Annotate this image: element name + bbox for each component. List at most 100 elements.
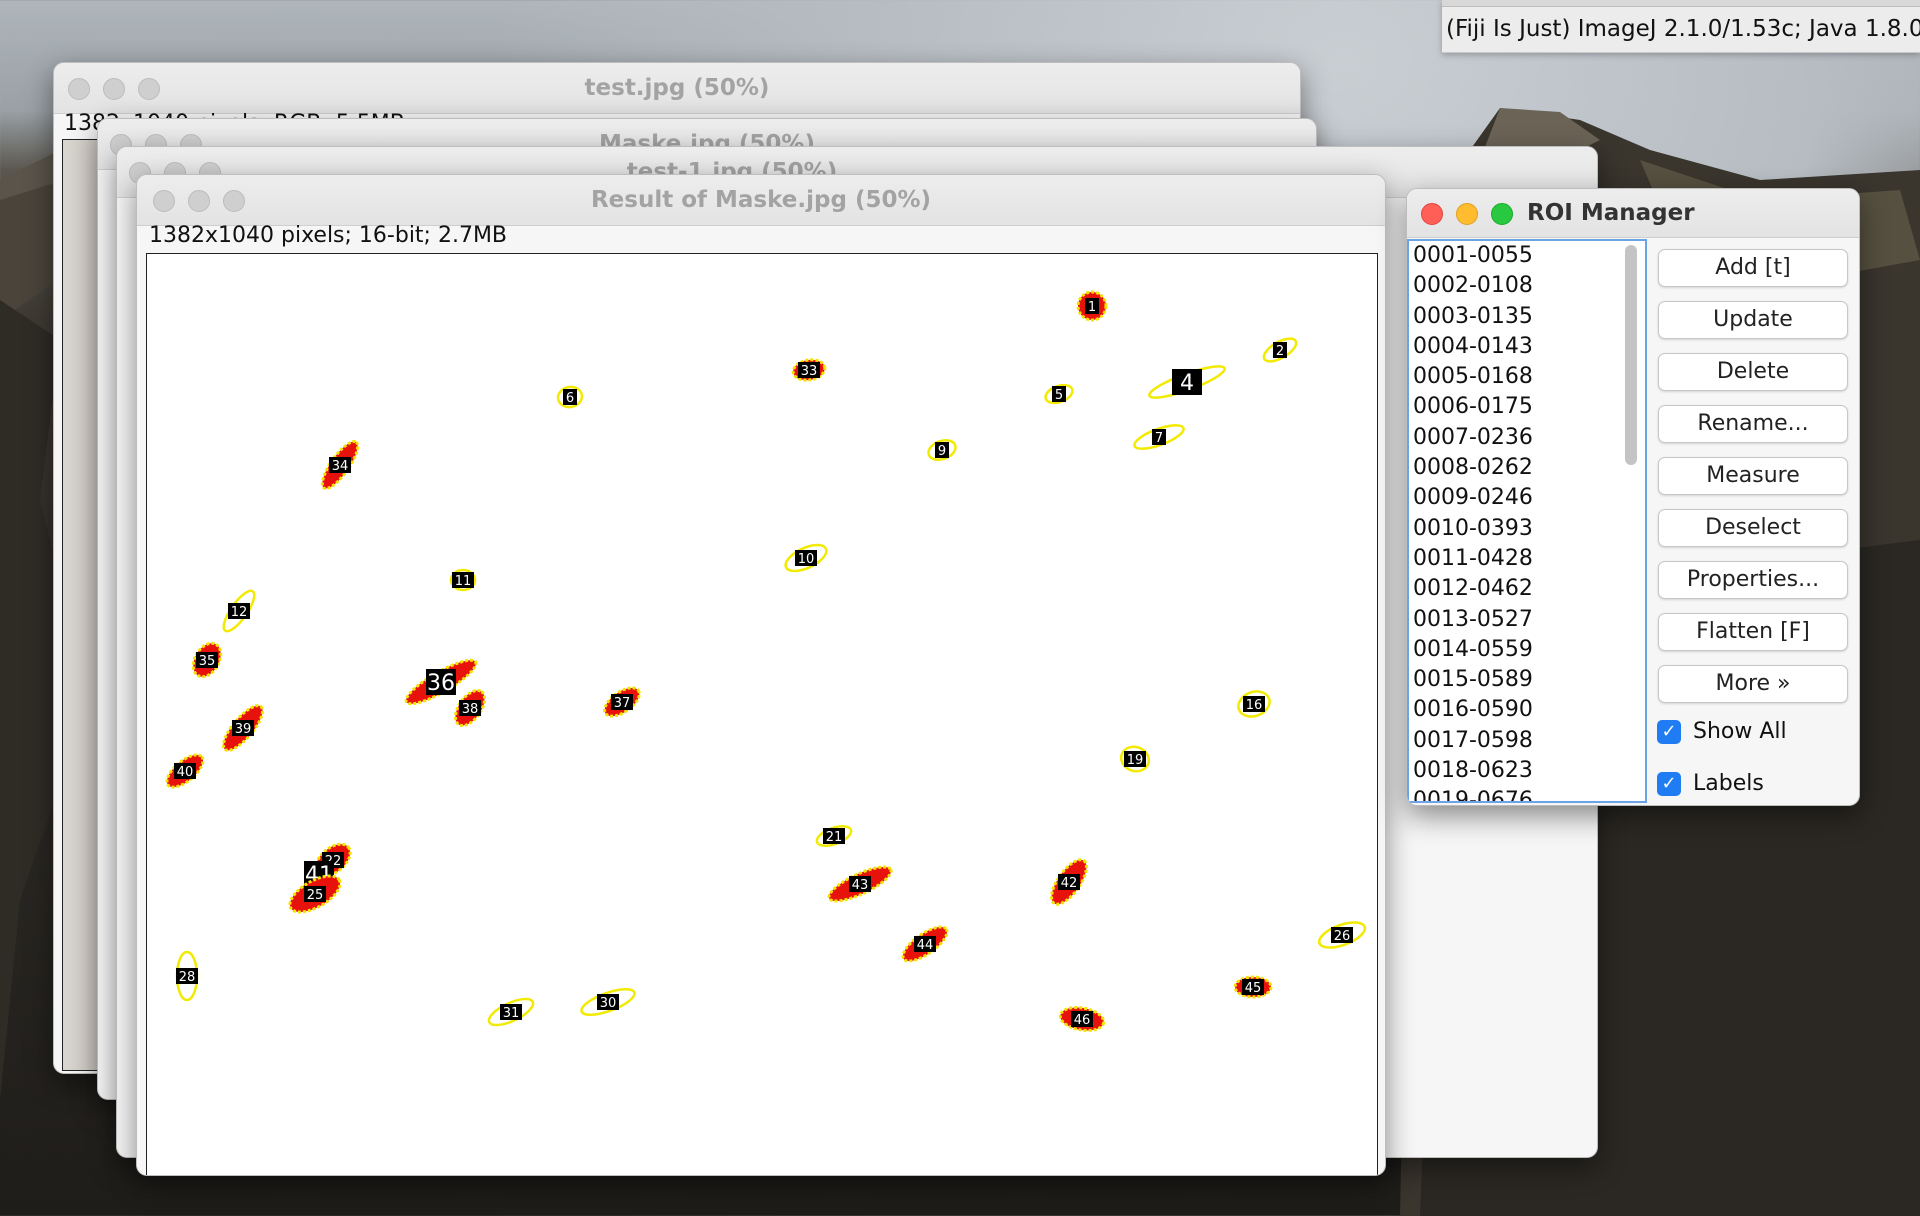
window-titlebar[interactable]: ROI Manager	[1407, 189, 1859, 238]
roi-list-item[interactable]: 0004-0143	[1409, 332, 1645, 362]
roi-label: 45	[1245, 981, 1262, 996]
roi-particle[interactable]: 33	[791, 357, 827, 382]
roi-label: 37	[614, 696, 631, 711]
roi-label: 21	[826, 830, 843, 845]
checkmark-icon[interactable]: ✓	[1657, 719, 1681, 744]
rename-button[interactable]: Rename...	[1658, 405, 1848, 443]
roi-particle[interactable]: 2	[1260, 334, 1299, 366]
roi-particle[interactable]: 37	[600, 682, 644, 721]
zoom-window-button[interactable]	[1491, 203, 1513, 225]
roi-label: 38	[462, 702, 479, 717]
roi-label: 1	[1088, 300, 1096, 315]
roi-label: 12	[231, 605, 248, 620]
roi-label: 6	[566, 391, 574, 406]
roi-manager-window[interactable]: ROI Manager 0001-0055 0002-0108 0003-0135 0…	[1406, 188, 1860, 806]
roi-label: 7	[1155, 431, 1163, 446]
checkmark-icon[interactable]: ✓	[1657, 771, 1681, 796]
roi-list-item[interactable]: 0009-0246	[1409, 483, 1645, 513]
roi-particle[interactable]: 28	[175, 950, 199, 1002]
roi-particle[interactable]: 30	[579, 984, 638, 1020]
roi-list-item[interactable]: 0017-0598	[1409, 726, 1645, 756]
roi-list-item[interactable]: 0013-0527	[1409, 605, 1645, 635]
deselect-button[interactable]: Deselect	[1658, 509, 1848, 547]
roi-particle[interactable]: 7	[1132, 421, 1186, 454]
roi-particle[interactable]: 6	[556, 385, 584, 409]
roi-list-item[interactable]: 0002-0108	[1409, 271, 1645, 301]
roi-overlay[interactable]: 1233465793410111235363837394016192122412…	[147, 254, 1377, 1176]
roi-list-item[interactable]: 0003-0135	[1409, 302, 1645, 332]
roi-label: 9	[938, 444, 946, 459]
roi-list-item[interactable]: 0001-0055	[1409, 241, 1645, 271]
show-all-checkbox[interactable]: ✓ Show All	[1657, 719, 1787, 744]
roi-label: 25	[307, 888, 324, 903]
roi-particle[interactable]: 44	[898, 921, 952, 967]
window-title: ROI Manager	[1527, 200, 1695, 226]
roi-list-item[interactable]: 0015-0589	[1409, 665, 1645, 695]
checkbox-label: Show All	[1693, 719, 1787, 744]
roi-list-item[interactable]: 0016-0590	[1409, 695, 1645, 725]
roi-particle[interactable]: 26	[1316, 917, 1368, 952]
measure-button[interactable]: Measure	[1658, 457, 1848, 495]
roi-particle[interactable]: 11	[449, 568, 477, 592]
roi-label: 44	[917, 938, 934, 953]
roi-label: 26	[1334, 929, 1351, 944]
scrollbar-thumb[interactable]	[1625, 245, 1637, 465]
close-window-button[interactable]	[1421, 203, 1443, 225]
add-button[interactable]: Add [t]	[1658, 249, 1848, 287]
roi-list-item[interactable]: 0019-0676	[1409, 786, 1645, 801]
roi-particle[interactable]: 35	[188, 638, 227, 681]
flatten-button[interactable]: Flatten [F]	[1658, 613, 1848, 651]
imagej-status-text: (Fiji Is Just) ImageJ 2.1.0/1.53c; Java …	[1446, 16, 1920, 42]
roi-particle[interactable]: 19	[1118, 743, 1153, 775]
roi-label: 40	[177, 765, 194, 780]
roi-list[interactable]: 0001-0055 0002-0108 0003-0135 0004-0143 0005…	[1407, 239, 1647, 803]
roi-particle[interactable]: 39	[217, 700, 268, 756]
roi-particle[interactable]: 31	[485, 994, 536, 1031]
roi-list-item[interactable]: 0006-0175	[1409, 392, 1645, 422]
roi-label: 46	[1074, 1013, 1091, 1028]
roi-list-item[interactable]: 0012-0462	[1409, 574, 1645, 604]
labels-checkbox[interactable]: ✓ Labels	[1657, 771, 1764, 796]
roi-list-item[interactable]: 0007-0236	[1409, 423, 1645, 453]
window-titlebar[interactable]: test.jpg (50%)	[54, 63, 1300, 114]
roi-label: 2	[1276, 344, 1284, 359]
roi-particle[interactable]: 9	[926, 437, 958, 463]
roi-list-item[interactable]: 0008-0262	[1409, 453, 1645, 483]
roi-label: 35	[199, 654, 216, 669]
roi-particle[interactable]: 21	[814, 822, 853, 849]
imagej-tool-strip[interactable]	[1442, 0, 1920, 7]
roi-list-item[interactable]: 0005-0168	[1409, 362, 1645, 392]
roi-particle[interactable]: 10	[782, 540, 830, 577]
roi-particle[interactable]: 34	[317, 437, 364, 493]
update-button[interactable]: Update	[1658, 301, 1848, 339]
roi-label: 39	[235, 722, 252, 737]
roi-particle[interactable]: 46	[1058, 1004, 1106, 1033]
roi-particle[interactable]: 16	[1235, 687, 1273, 720]
roi-list-item[interactable]: 0010-0393	[1409, 514, 1645, 544]
roi-particle[interactable]: 43	[825, 861, 895, 908]
roi-list-item[interactable]: 0018-0623	[1409, 756, 1645, 786]
roi-particle[interactable]: 42	[1045, 854, 1093, 909]
roi-particle[interactable]: 1	[1076, 290, 1108, 322]
roi-label: 31	[503, 1006, 520, 1021]
roi-particle[interactable]: 40	[162, 749, 209, 793]
roi-particle[interactable]: 12	[219, 587, 260, 635]
image-canvas[interactable]: 1233465793410111235363837394016192122412…	[146, 253, 1378, 1176]
window-titlebar[interactable]: Result of Maske.jpg (50%)	[137, 175, 1385, 226]
imagej-toolbar-window: (Fiji Is Just) ImageJ 2.1.0/1.53c; Java …	[1442, 0, 1920, 53]
roi-label: 16	[1246, 698, 1263, 713]
properties-button[interactable]: Properties...	[1658, 561, 1848, 599]
roi-list-scrollbar[interactable]	[1625, 245, 1637, 797]
image-window-result[interactable]: Result of Maske.jpg (50%) 1382x1040 pixe…	[136, 174, 1386, 1176]
delete-button[interactable]: Delete	[1658, 353, 1848, 391]
roi-particle[interactable]: 5	[1043, 382, 1075, 407]
roi-particle[interactable]: 45	[1233, 975, 1273, 999]
roi-label: 30	[600, 996, 617, 1011]
window-title: Result of Maske.jpg (50%)	[590, 187, 932, 213]
roi-list-item[interactable]: 0014-0559	[1409, 635, 1645, 665]
roi-list-item[interactable]: 0011-0428	[1409, 544, 1645, 574]
more-button[interactable]: More »	[1658, 665, 1848, 703]
minimize-window-button[interactable]	[1456, 203, 1478, 225]
roi-particle[interactable]: 4	[1147, 361, 1228, 403]
roi-label: 19	[1127, 753, 1144, 768]
